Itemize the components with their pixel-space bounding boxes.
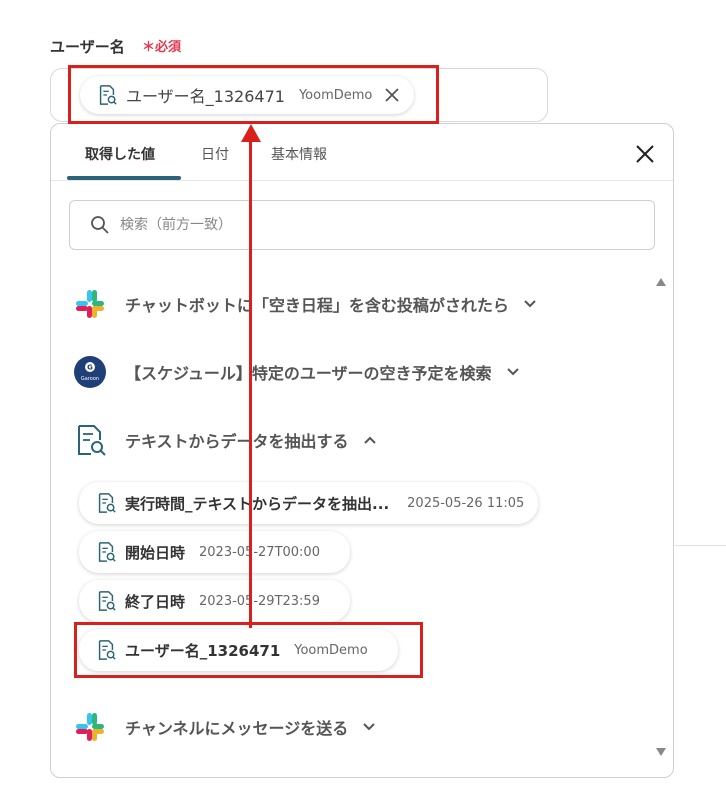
step-garoon-search[interactable]: G Garoon 【スケジュール】特定のユーザーの空き予定を検索 — [73, 355, 520, 389]
tab-acquired-values[interactable]: 取得した値 — [85, 144, 155, 164]
chevron-down-icon — [363, 723, 375, 731]
step-trigger-slack[interactable]: チャットボットに「空き日程」を含む投稿がされたら — [73, 287, 537, 321]
document-search-icon — [78, 425, 106, 456]
chevron-down-icon — [506, 368, 519, 376]
step-title: テキストからデータを抽出する — [125, 432, 349, 451]
tab-date[interactable]: 日付 — [201, 144, 229, 164]
tab-bar: 取得した値 日付 基本情報 — [51, 124, 673, 181]
output-item-name: 開始日時 — [125, 543, 186, 562]
field-label: ユーザー名 — [50, 38, 125, 56]
output-item-execution-time[interactable]: 実行時間_テキストからデータを抽出... 2025-05-26 11:05 — [79, 482, 539, 524]
highlight-selected-chip — [68, 65, 439, 124]
document-search-icon — [98, 542, 116, 562]
output-item-start-datetime[interactable]: 開始日時 2023-05-27T00:00 — [79, 531, 350, 573]
svg-text:G: G — [87, 364, 93, 372]
annotation-arrow-shaft — [249, 138, 252, 628]
garoon-icon: G Garoon — [74, 356, 106, 388]
output-item-end-datetime[interactable]: 終了日時 2023-05-29T23:59 — [79, 580, 350, 622]
slack-icon — [76, 713, 104, 741]
step-send-message[interactable]: チャンネルにメッセージを送る — [73, 710, 376, 744]
output-item-value: 2023-05-27T00:00 — [199, 544, 320, 560]
search-box[interactable] — [69, 200, 655, 250]
scroll-up-arrow[interactable] — [656, 278, 666, 286]
value-picker-panel: 取得した値 日付 基本情報 チャットボットに「空き日程」を含む投稿がされたら — [50, 123, 674, 778]
required-badge: ＊必須 — [142, 40, 182, 55]
chevron-up-icon — [363, 436, 376, 444]
output-item-name: 終了日時 — [125, 592, 186, 611]
garoon-logo-text: Garoon — [81, 376, 99, 382]
divider — [674, 545, 726, 546]
search-input[interactable] — [118, 216, 602, 234]
output-item-value: 2023-05-29T23:59 — [199, 593, 320, 609]
close-icon[interactable] — [635, 144, 655, 164]
scroll-down-arrow[interactable] — [656, 748, 666, 756]
output-item-value: 2025-05-26 11:05 — [407, 495, 525, 511]
document-search-icon — [98, 591, 116, 611]
step-title: 【スケジュール】特定のユーザーの空き予定を検索 — [125, 364, 492, 383]
highlight-username-output — [74, 622, 423, 678]
output-item-name: 実行時間_テキストからデータを抽出... — [125, 494, 390, 513]
chevron-down-icon — [524, 300, 536, 308]
annotation-arrow-head — [241, 124, 261, 142]
tab-basic-info[interactable]: 基本情報 — [271, 144, 327, 164]
slack-icon — [76, 290, 104, 318]
document-search-icon — [98, 493, 116, 513]
search-icon — [91, 216, 109, 234]
step-title: チャットボットに「空き日程」を含む投稿がされたら — [125, 296, 509, 315]
step-title: チャンネルにメッセージを送る — [125, 719, 349, 738]
active-tab-indicator — [67, 176, 181, 180]
step-extract-data[interactable]: テキストからデータを抽出する — [73, 423, 377, 457]
